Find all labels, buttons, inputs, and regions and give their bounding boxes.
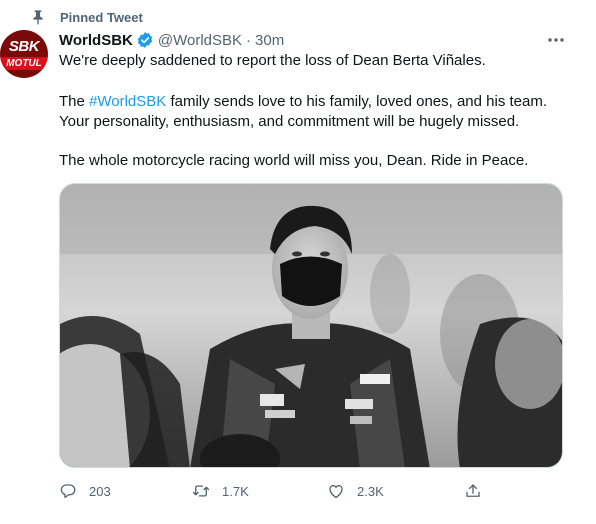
more-icon [548, 38, 564, 42]
rider-photo [60, 184, 562, 467]
retweet-count: 1.7K [222, 483, 249, 499]
avatar-logo-subtext: MOTUL [6, 58, 42, 69]
tweet-header: WorldSBK @WorldSBK · 30m [59, 30, 284, 50]
pin-icon [33, 10, 43, 25]
header-separator: · [246, 31, 252, 49]
hashtag-link[interactable]: #WorldSBK [89, 93, 166, 110]
author-name[interactable]: WorldSBK [59, 32, 133, 49]
reply-count: 203 [89, 483, 111, 499]
tweet-time[interactable]: 30m [255, 32, 284, 49]
share-button[interactable] [464, 480, 494, 502]
reply-button[interactable]: 203 [59, 480, 111, 502]
like-icon [329, 484, 343, 499]
share-icon [466, 484, 480, 497]
avatar-logo-text: SBK [8, 38, 40, 55]
tweet-text-fragment: The [59, 93, 90, 110]
retweet-button[interactable]: 1.7K [192, 480, 249, 502]
reply-icon [60, 484, 76, 499]
pinned-label: Pinned Tweet [60, 9, 143, 25]
tweet-text-line-3: Your personality, enthusiasm, and commit… [59, 113, 520, 130]
more-button[interactable] [545, 30, 567, 50]
tweet-actions: 203 1.7K 2.3K [59, 480, 529, 502]
tweet-image[interactable] [59, 183, 563, 468]
author-handle[interactable]: @WorldSBK [158, 32, 242, 49]
pinned-indicator: Pinned Tweet [30, 8, 143, 26]
tweet-text-fragment: family sends love to his family, loved o… [166, 93, 548, 110]
verified-icon [137, 32, 153, 48]
tweet-text-line-2: The #WorldSBK family sends love to his f… [59, 92, 547, 112]
like-button[interactable]: 2.3K [327, 480, 384, 502]
tweet-text-line-1: We're deeply saddened to report the loss… [59, 52, 486, 69]
tweet-text-line-4: The whole motorcycle racing world will m… [59, 152, 529, 169]
avatar[interactable]: SBK MOTUL [0, 30, 48, 78]
like-count: 2.3K [357, 483, 384, 499]
retweet-icon [192, 485, 210, 497]
